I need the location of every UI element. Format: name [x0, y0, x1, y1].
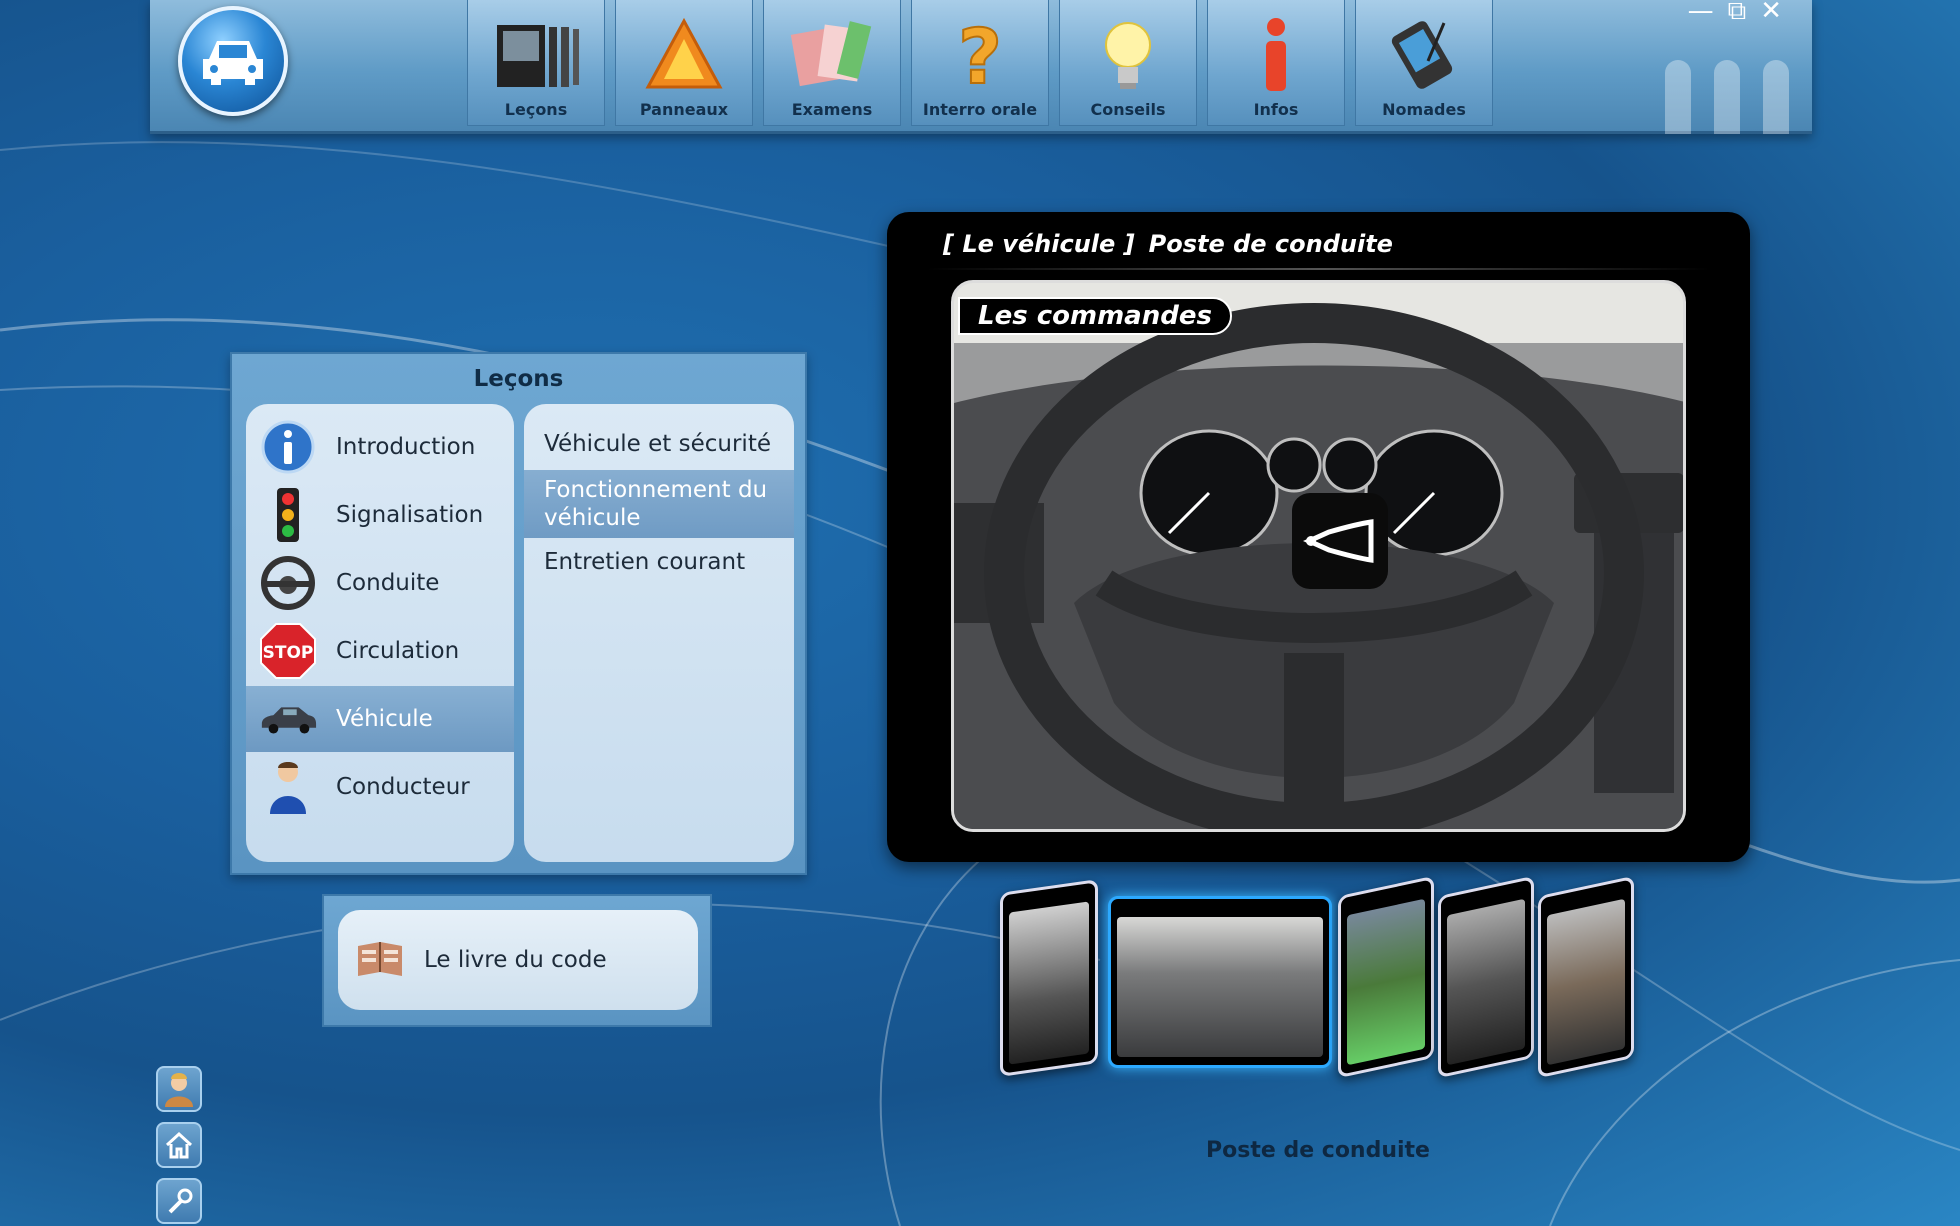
exam-cards-icon [784, 12, 880, 98]
book-button[interactable]: Le livre du code [338, 910, 698, 1010]
subcategory-entretien[interactable]: Entretien courant [524, 548, 794, 576]
viewer-heading: Poste de conduite [1148, 230, 1393, 258]
category-label: Conduite [336, 570, 440, 596]
user-avatar-button[interactable] [156, 1066, 202, 1112]
tool-signs[interactable]: Panneaux [615, 0, 753, 126]
tool-exams[interactable]: Examens [763, 0, 901, 126]
stop-text: STOP [263, 643, 314, 663]
lesson-screen[interactable]: Les commandes [951, 280, 1686, 832]
car-icon [258, 689, 318, 749]
horn-icon[interactable] [1292, 493, 1388, 589]
driver-icon [258, 757, 318, 817]
category-conducteur[interactable]: Conducteur [246, 754, 514, 820]
carousel-thumbnail[interactable] [1538, 875, 1634, 1079]
lessons-icon [488, 12, 584, 98]
home-icon [165, 1131, 193, 1159]
toolbar-decoration [1714, 60, 1740, 134]
stop-sign-icon: STOP [258, 621, 318, 681]
carousel-thumbnail[interactable] [1438, 875, 1534, 1079]
carousel-thumbnail[interactable] [1000, 879, 1098, 1077]
settings-icon [168, 1188, 193, 1214]
tool-exams-label: Examens [791, 100, 873, 119]
category-label: Conducteur [336, 774, 470, 800]
tool-infos-label: Infos [1253, 100, 1299, 119]
tool-signs-label: Panneaux [639, 100, 729, 119]
close-button[interactable]: ✕ [1760, 0, 1782, 24]
lightbulb-icon [1080, 12, 1176, 98]
category-conduite[interactable]: Conduite [246, 550, 514, 616]
viewer-title: [ Le véhicule ] Poste de conduite [943, 230, 1407, 258]
tool-oral-quiz-label: Interro orale [922, 100, 1038, 119]
book-icon [358, 942, 402, 976]
tool-tips[interactable]: Conseils [1059, 0, 1197, 126]
category-label: Signalisation [336, 502, 484, 528]
user-avatar-icon [165, 1073, 193, 1107]
warning-sign-icon [636, 12, 732, 98]
lessons-panel: Leçons Introduction Signalisation Condui… [230, 352, 807, 875]
info-icon [258, 417, 318, 477]
subcategory-list: Véhicule et sécurité Fonctionnement du v… [524, 404, 794, 862]
viewer-divider [927, 268, 1710, 270]
lessons-title: Leçons [473, 366, 564, 392]
lesson-viewer: [ Le véhicule ] Poste de conduite Les com… [887, 212, 1750, 862]
carousel-caption: Poste de conduite [1206, 1138, 1430, 1163]
tool-tips-label: Conseils [1090, 100, 1166, 119]
info-icon [1228, 12, 1324, 98]
traffic-light-icon [258, 485, 318, 545]
category-list: Introduction Signalisation Conduite STOP… [246, 404, 514, 862]
category-vehicule[interactable]: Véhicule [246, 686, 514, 752]
category-label: Circulation [336, 638, 460, 664]
book-label: Le livre du code [424, 947, 607, 973]
svg-text:?: ? [958, 15, 1002, 95]
subcategory-vehicule-securite[interactable]: Véhicule et sécurité [524, 430, 794, 458]
car-icon [203, 41, 263, 85]
window-controls: — ⧉ ✕ [1688, 0, 1782, 24]
settings-button[interactable] [156, 1178, 202, 1224]
home-button[interactable] [156, 1122, 202, 1168]
screen-badge: Les commandes [958, 297, 1232, 335]
category-label: Véhicule [336, 706, 433, 732]
tool-lessons-label: Leçons [504, 100, 568, 119]
top-toolbar: Leçons Panneaux Examens ? Interro orale … [150, 0, 1812, 134]
toolbar-decoration [1763, 60, 1789, 134]
toolbar-decoration [1665, 60, 1691, 134]
category-introduction[interactable]: Introduction [246, 414, 514, 480]
tool-oral-quiz[interactable]: ? Interro orale [911, 0, 1049, 126]
restore-button[interactable]: ⧉ [1728, 0, 1747, 24]
category-signalisation[interactable]: Signalisation [246, 482, 514, 548]
tool-infos[interactable]: Infos [1207, 0, 1345, 126]
steering-wheel-icon [258, 553, 318, 613]
car-logo-button[interactable] [178, 6, 288, 116]
book-panel: Le livre du code [322, 894, 712, 1027]
viewer-section: [ Le véhicule ] [943, 230, 1135, 258]
tool-nomads[interactable]: Nomades [1355, 0, 1493, 126]
tool-lessons[interactable]: Leçons [467, 0, 605, 126]
tool-nomads-label: Nomades [1382, 100, 1466, 119]
carousel-thumbnail-active[interactable] [1108, 896, 1332, 1068]
category-circulation[interactable]: STOP Circulation [246, 618, 514, 684]
category-label: Introduction [336, 434, 476, 460]
carousel-thumbnail[interactable] [1338, 875, 1434, 1079]
minimize-button[interactable]: — [1688, 0, 1714, 24]
subcategory-fonctionnement[interactable]: Fonctionnement du véhicule [524, 470, 794, 538]
question-mark-icon: ? [932, 12, 1028, 98]
pda-icon [1376, 12, 1472, 98]
